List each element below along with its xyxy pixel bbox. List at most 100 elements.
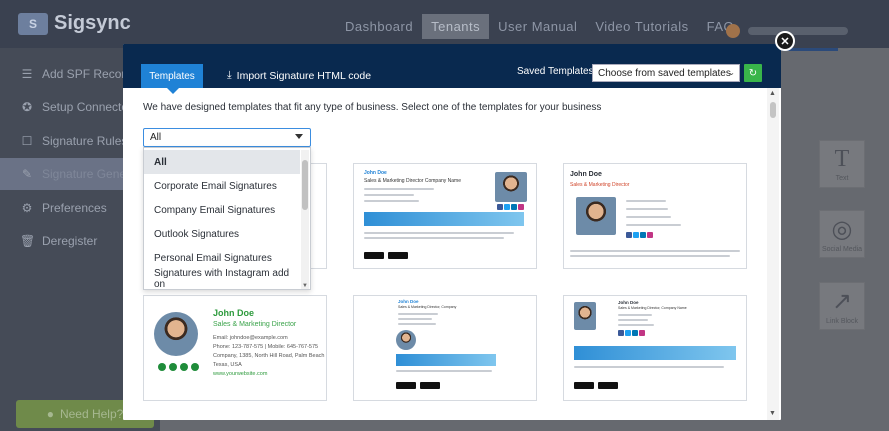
saved-templates-label: Saved Templates	[517, 66, 594, 77]
social-icons	[497, 204, 524, 210]
social-icons	[626, 232, 653, 238]
profile-photo	[495, 172, 527, 202]
import-html-link[interactable]: ⤓ Import Signature HTML code	[227, 69, 371, 82]
user-name-redacted	[748, 27, 848, 35]
logo-text: Sigsync	[54, 12, 131, 34]
chevron-down-icon: ⌄	[728, 68, 735, 77]
detail-line	[618, 314, 652, 316]
app-logo[interactable]: S Sigsync	[18, 12, 131, 35]
link-block-label: Link Block	[826, 318, 858, 325]
saved-templates-select[interactable]: Choose from saved templates ⌄	[592, 64, 740, 82]
list-icon: ☰	[21, 67, 33, 81]
template-address: Company, 1385, North Hill Road, Palm Bea…	[213, 353, 325, 359]
caret-down-icon	[295, 134, 303, 139]
promo-banner	[396, 354, 496, 366]
template-region: Texas, USA	[213, 362, 242, 368]
chevron-down-icon[interactable]: ▼	[301, 283, 309, 289]
app-store-badge	[388, 252, 408, 259]
import-html-label: Import Signature HTML code	[236, 69, 372, 82]
template-website: www.yourwebsite.com	[213, 371, 268, 377]
intro-text: We have designed templates that fit any …	[143, 102, 602, 113]
google-play-badge	[574, 382, 594, 389]
close-icon: ✕	[780, 35, 790, 48]
saved-templates-value: Choose from saved templates	[598, 67, 731, 79]
social-media-block-tile[interactable]: ◎ Social Media	[819, 210, 865, 258]
nav-dashboard[interactable]: Dashboard	[336, 14, 422, 39]
sidebar-item-label: Add SPF Record	[42, 67, 133, 81]
social-media-block-icon: ◎	[831, 217, 853, 243]
detail-line	[618, 319, 648, 321]
category-filter-value: All	[150, 132, 162, 143]
sidebar-item-label: Preferences	[42, 201, 107, 215]
profile-photo	[396, 330, 416, 350]
nav-video-tutorials[interactable]: Video Tutorials	[586, 14, 697, 39]
top-bar: S Sigsync Dashboard Tenants User Manual …	[0, 0, 889, 48]
detail-line	[398, 323, 436, 325]
link-block-icon: ↗	[831, 289, 853, 315]
detail-line	[364, 188, 434, 190]
profile-photo	[154, 312, 198, 356]
chat-icon: ●	[46, 407, 54, 421]
detail-line	[626, 208, 668, 210]
avatar	[726, 24, 740, 38]
text-block-tile[interactable]: T Text	[819, 140, 865, 188]
template-role: Sales & Marketing Director, Company Name	[618, 306, 687, 310]
detail-line	[618, 324, 654, 326]
detail-line	[626, 224, 681, 226]
detail-line	[364, 200, 419, 202]
template-role: Sales & Marketing Director Company Name	[364, 178, 461, 184]
plug-icon: ✪	[21, 100, 33, 114]
top-nav: Dashboard Tenants User Manual Video Tuto…	[336, 14, 743, 39]
detail-line	[398, 313, 438, 315]
link-block-tile[interactable]: ↗ Link Block	[819, 282, 865, 330]
chevron-up-icon[interactable]: ▲	[769, 90, 776, 97]
template-phone: Phone: 123-787-575 | Mobile: 645-767-575	[213, 344, 319, 350]
template-email: Email: johndoe@example.com	[213, 335, 288, 341]
dropdown-option-outlook[interactable]: Outlook Signatures	[144, 222, 300, 246]
dropdown-scroll-thumb[interactable]	[302, 160, 308, 210]
dropdown-option-all[interactable]: All	[144, 150, 300, 174]
promo-banner	[364, 212, 524, 226]
template-card[interactable]: John Doe Sales & Marketing Director	[563, 163, 747, 269]
template-role: Sales & Marketing Director	[570, 182, 630, 188]
promo-banner	[574, 346, 736, 360]
chevron-down-icon[interactable]: ▼	[769, 410, 776, 417]
dropdown-option-corporate[interactable]: Corporate Email Signatures	[144, 174, 300, 198]
template-card[interactable]: John Doe Sales & Marketing Director Comp…	[353, 163, 537, 269]
template-name: John Doe	[213, 308, 255, 318]
social-icons	[618, 330, 645, 336]
dropdown-scrollbar[interactable]: ▼	[301, 150, 309, 289]
document-icon: ☐	[21, 134, 33, 148]
template-card[interactable]: John Doe Sales & Marketing Director, Com…	[353, 295, 537, 401]
profile-photo	[574, 302, 596, 330]
modal-scrollbar[interactable]: ▲ ▼	[767, 88, 779, 420]
trash-icon: 🗑	[20, 234, 36, 248]
tab-templates[interactable]: Templates	[141, 64, 203, 94]
modal-scroll-thumb[interactable]	[770, 102, 776, 118]
download-icon: ⤓	[227, 69, 232, 81]
pen-icon: ✎	[21, 167, 33, 181]
template-name: John Doe	[570, 171, 602, 178]
gears-icon: ⚙	[21, 201, 33, 215]
refresh-icon: ↻	[748, 67, 758, 79]
disclaimer-line	[570, 250, 740, 252]
disclaimer-line	[574, 366, 724, 368]
apply-saved-template-button[interactable]: ↻	[744, 64, 762, 82]
google-play-badge	[396, 382, 416, 389]
category-filter-select[interactable]: All	[143, 128, 311, 147]
app-store-badge	[598, 382, 618, 389]
close-modal-button[interactable]: ✕	[775, 31, 795, 51]
disclaimer-line	[396, 370, 492, 372]
disclaimer-line	[364, 232, 514, 234]
nav-user-manual[interactable]: User Manual	[489, 14, 586, 39]
category-dropdown: All Corporate Email Signatures Company E…	[143, 147, 311, 290]
disclaimer-line	[570, 255, 730, 257]
dropdown-option-company[interactable]: Company Email Signatures	[144, 198, 300, 222]
text-block-label: Text	[835, 175, 849, 182]
modal-header: Templates ⤓ Import Signature HTML code S…	[123, 44, 781, 94]
nav-tenants[interactable]: Tenants	[422, 14, 490, 39]
app-store-badge	[420, 382, 440, 389]
template-card[interactable]: John Doe Sales & Marketing Director, Com…	[563, 295, 747, 401]
dropdown-option-instagram[interactable]: Signatures with Instagram add on	[144, 267, 300, 289]
template-name: John Doe	[364, 170, 387, 176]
